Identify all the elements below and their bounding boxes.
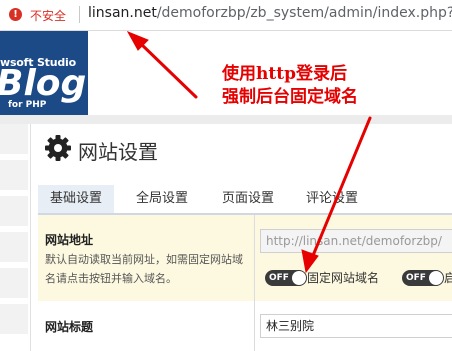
brand-for-php: for PHP <box>8 100 47 110</box>
column-divider <box>254 215 255 351</box>
annotation-line1: 使用http登录后 <box>222 64 347 84</box>
security-status[interactable]: 不安全 <box>30 7 66 24</box>
side-menu-item[interactable] <box>0 160 28 190</box>
divider <box>79 6 80 23</box>
site-url-input[interactable]: http://linsan.net/demoforzbp/ <box>260 229 452 253</box>
url-host: linsan.net <box>88 5 157 21</box>
arrow-to-url <box>138 41 198 99</box>
side-menu-item[interactable] <box>0 196 28 226</box>
site-url-hint: 默认自动读取当前网址，如需固定网站域名请点击按钮并输入域名。 <box>45 253 243 285</box>
side-menu <box>0 124 31 351</box>
site-title-input[interactable]: 林三别院 <box>260 314 452 338</box>
second-toggle-label: 启 <box>444 271 452 285</box>
brand-blog-logo: Blog <box>0 63 87 104</box>
toggle-state: OFF <box>406 273 426 283</box>
url-text[interactable]: linsan.net/demoforzbp/zb_system/admin/in… <box>88 5 452 21</box>
site-url-label: 网站地址 <box>45 233 94 247</box>
toggle-knob <box>292 271 306 285</box>
gear-icon <box>45 135 71 161</box>
toggle-state: OFF <box>269 273 289 283</box>
url-path: /demoforzbp/zb_system/admin/index.php?a <box>156 5 452 21</box>
side-menu-item[interactable] <box>0 304 28 334</box>
arrow-to-url-head <box>126 31 149 51</box>
toggle-knob <box>429 271 443 285</box>
fixed-domain-label: 固定网站域名 <box>307 271 380 285</box>
side-menu-item[interactable] <box>0 232 28 262</box>
annotation-line2: 强制后台固定域名 <box>222 87 358 107</box>
side-menu-item[interactable] <box>0 268 28 298</box>
address-bar[interactable]: ! 不安全 linsan.net/demoforzbp/zb_system/ad… <box>0 0 452 31</box>
site-title-label: 网站标题 <box>45 320 94 334</box>
tab-comment-settings[interactable]: 评论设置 <box>294 185 370 213</box>
tab-basic-settings[interactable]: 基础设置 <box>38 185 114 213</box>
tab-global-settings[interactable]: 全局设置 <box>124 185 200 213</box>
header-strip <box>0 115 452 124</box>
page-title: 网站设置 <box>78 140 158 164</box>
tab-page-settings[interactable]: 页面设置 <box>210 185 286 213</box>
side-menu-item[interactable] <box>0 124 28 154</box>
fixed-domain-toggle[interactable]: OFF <box>265 270 307 286</box>
warning-icon[interactable]: ! <box>9 8 22 21</box>
second-toggle[interactable]: OFF <box>402 270 444 286</box>
